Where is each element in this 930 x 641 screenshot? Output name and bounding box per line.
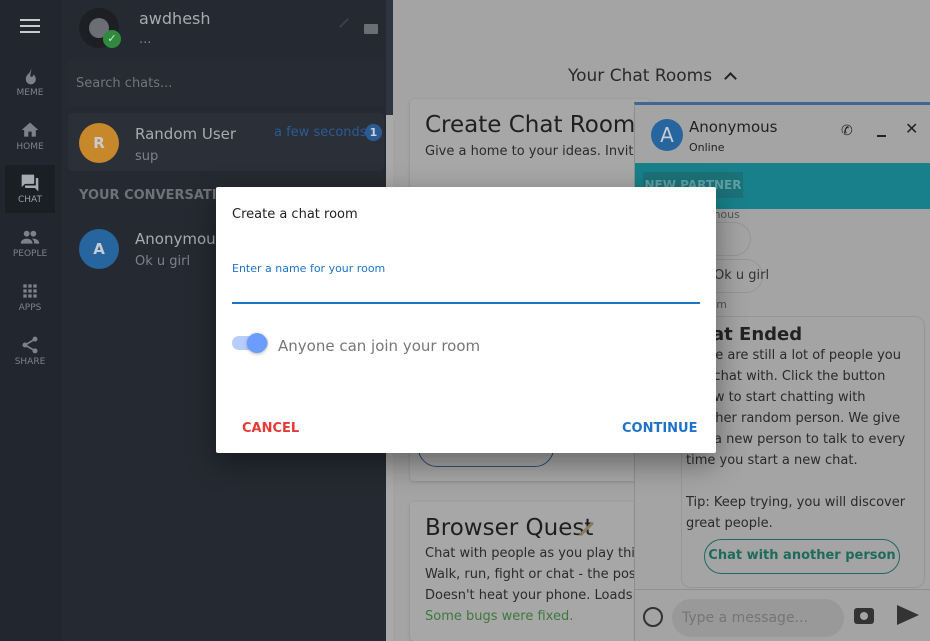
ended-text: There are still a lot of people you can c… bbox=[686, 348, 906, 531]
nav-apps[interactable]: APPS bbox=[5, 273, 55, 321]
nav-rail: MEME HOME CHAT PEOPLE APPS SHARE bbox=[0, 0, 62, 641]
partner-name: Anonymous bbox=[689, 118, 778, 136]
chat-name: Random User bbox=[135, 125, 237, 143]
emoji-icon[interactable] bbox=[643, 607, 663, 627]
minimize-icon[interactable] bbox=[877, 135, 886, 137]
profile-name: awdhesh bbox=[139, 9, 211, 28]
conversation-preview: Ok u girl bbox=[135, 254, 191, 269]
avatar: R bbox=[79, 123, 119, 163]
chat-icon bbox=[21, 174, 39, 192]
nav-label: MEME bbox=[16, 88, 44, 98]
card-note: Some bugs were fixed. bbox=[425, 609, 574, 624]
phone-icon[interactable]: ✆ bbox=[841, 123, 853, 139]
nav-label: APPS bbox=[18, 303, 42, 313]
nav-meme[interactable]: MEME bbox=[5, 58, 55, 106]
conversation-name: Anonymous bbox=[135, 230, 224, 248]
avatar: A bbox=[79, 229, 119, 269]
share-icon bbox=[22, 336, 38, 354]
home-icon bbox=[21, 122, 39, 137]
edit-icon[interactable] bbox=[339, 18, 349, 28]
cancel-button[interactable]: CANCEL bbox=[242, 421, 299, 436]
toggle-label: Anyone can join your room bbox=[278, 337, 481, 355]
nav-label: PEOPLE bbox=[12, 249, 48, 259]
card-title: Create Chat Room bbox=[425, 112, 636, 138]
search-input[interactable] bbox=[68, 60, 384, 106]
room-name-input[interactable] bbox=[232, 277, 700, 304]
close-icon[interactable]: ✕ bbox=[905, 119, 918, 138]
camera-icon[interactable] bbox=[854, 608, 874, 624]
chat-preview: sup bbox=[135, 149, 159, 164]
page-title: Your Chat Rooms bbox=[568, 66, 713, 86]
nav-share[interactable]: SHARE bbox=[5, 327, 55, 375]
browser-quest-card: Browser Quest Chat with people as you pl… bbox=[410, 502, 689, 641]
avatar: A bbox=[651, 119, 683, 151]
chat-ended-card: Chat Ended There are still a lot of peop… bbox=[681, 316, 925, 588]
apps-icon bbox=[23, 284, 37, 298]
create-room-dialog: Create a chat room Enter a name for your… bbox=[216, 187, 716, 453]
nav-label: HOME bbox=[16, 142, 44, 152]
send-icon[interactable] bbox=[897, 605, 919, 625]
menu-icon[interactable] bbox=[20, 19, 40, 35]
nav-label: SHARE bbox=[14, 357, 46, 367]
profile-status: ... bbox=[139, 32, 152, 47]
nav-home[interactable]: HOME bbox=[5, 112, 55, 160]
nav-chat[interactable]: CHAT bbox=[5, 165, 55, 213]
online-check-icon: ✓ bbox=[103, 30, 121, 48]
card-line: Chat with people as you play this bbox=[425, 546, 642, 561]
chat-item[interactable]: R Random User sup a few seconds 1 bbox=[68, 113, 384, 171]
public-room-toggle[interactable] bbox=[232, 333, 268, 353]
people-icon bbox=[20, 230, 40, 244]
feedback-icon[interactable] bbox=[364, 24, 378, 34]
nav-people[interactable]: PEOPLE bbox=[5, 219, 55, 267]
card-line: Doesn't heat your phone. Loads in bbox=[425, 588, 649, 603]
partner-status: Online bbox=[689, 141, 725, 154]
continue-button[interactable]: CONTINUE bbox=[622, 421, 698, 436]
message-input[interactable] bbox=[672, 599, 844, 637]
chat-with-another-button[interactable]: Chat with another person bbox=[704, 539, 900, 574]
nav-label: CHAT bbox=[17, 195, 42, 205]
card-title: Browser Quest bbox=[425, 515, 594, 541]
profile-avatar[interactable]: ✓ bbox=[79, 8, 121, 48]
unread-badge: 1 bbox=[365, 124, 382, 141]
chat-time: a few seconds bbox=[274, 125, 367, 140]
chevron-up-icon[interactable] bbox=[724, 72, 737, 85]
room-name-label: Enter a name for your room bbox=[232, 262, 386, 275]
flame-icon bbox=[25, 66, 36, 85]
dialog-title: Create a chat room bbox=[232, 207, 358, 222]
